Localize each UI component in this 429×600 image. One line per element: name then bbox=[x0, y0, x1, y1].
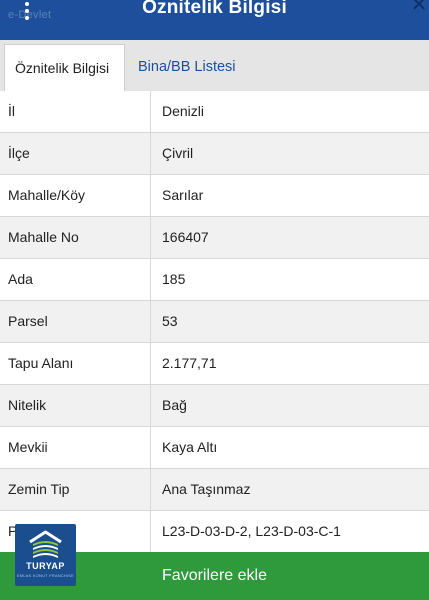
row-value: 166407 bbox=[162, 229, 209, 245]
table-row: İlçe Çivril bbox=[0, 133, 429, 175]
tab-oznitelik-bilgisi[interactable]: Öznitelik Bilgisi bbox=[4, 44, 125, 92]
row-value: Bağ bbox=[162, 397, 187, 413]
turyap-house-logo-icon bbox=[29, 530, 62, 558]
tab-bar: Öznitelik Bilgisi Bina/BB Listesi bbox=[0, 40, 429, 92]
row-value: L23-D-03-D-2, L23-D-03-C-1 bbox=[162, 523, 341, 539]
row-key: Mahalle/Köy bbox=[0, 175, 151, 216]
table-row: Nitelik Bağ bbox=[0, 385, 429, 427]
app-header: e-Devlet Öznitelik Bilgisi ✕ bbox=[0, 0, 429, 40]
row-key: Parsel bbox=[0, 301, 151, 342]
table-row: Ada 185 bbox=[0, 259, 429, 301]
close-icon[interactable]: ✕ bbox=[409, 0, 429, 16]
table-row: Tapu Alanı 2.177,71 bbox=[0, 343, 429, 385]
row-value: Denizli bbox=[162, 103, 205, 119]
table-row: Parsel 53 bbox=[0, 301, 429, 343]
row-key: Mahalle No bbox=[0, 217, 151, 258]
row-value: Kaya Altı bbox=[162, 439, 218, 455]
row-key: Mevkii bbox=[0, 427, 151, 468]
tab-bina-bb-listesi[interactable]: Bina/BB Listesi bbox=[128, 44, 246, 91]
row-value: 185 bbox=[162, 271, 186, 287]
row-value: Çivril bbox=[162, 145, 194, 161]
page-title: Öznitelik Bilgisi bbox=[142, 0, 287, 18]
row-value: Sarılar bbox=[162, 187, 204, 203]
attribute-table: İl Denizli İlçe Çivril Mahalle/Köy Sarıl… bbox=[0, 91, 429, 553]
row-value: Ana Taşınmaz bbox=[162, 481, 251, 497]
table-row: Mevkii Kaya Altı bbox=[0, 427, 429, 469]
turyap-logo: TURYAP EMLAK KONUT FRANCHISE bbox=[15, 524, 76, 586]
row-value: 2.177,71 bbox=[162, 355, 217, 371]
logo-brand: TURYAP bbox=[26, 561, 65, 571]
table-row: Mahalle/Köy Sarılar bbox=[0, 175, 429, 217]
row-key: Tapu Alanı bbox=[0, 343, 151, 384]
row-key: İlçe bbox=[0, 133, 151, 174]
row-key: Nitelik bbox=[0, 385, 151, 426]
row-value: 53 bbox=[162, 313, 178, 329]
table-row: İl Denizli bbox=[0, 91, 429, 133]
row-key: Ada bbox=[0, 259, 151, 300]
table-row: Mahalle No 166407 bbox=[0, 217, 429, 259]
table-row: Zemin Tip Ana Taşınmaz bbox=[0, 469, 429, 511]
row-key: Zemin Tip bbox=[0, 469, 151, 510]
row-key: İl bbox=[0, 91, 151, 132]
logo-subtitle: EMLAK KONUT FRANCHISE bbox=[16, 573, 75, 578]
